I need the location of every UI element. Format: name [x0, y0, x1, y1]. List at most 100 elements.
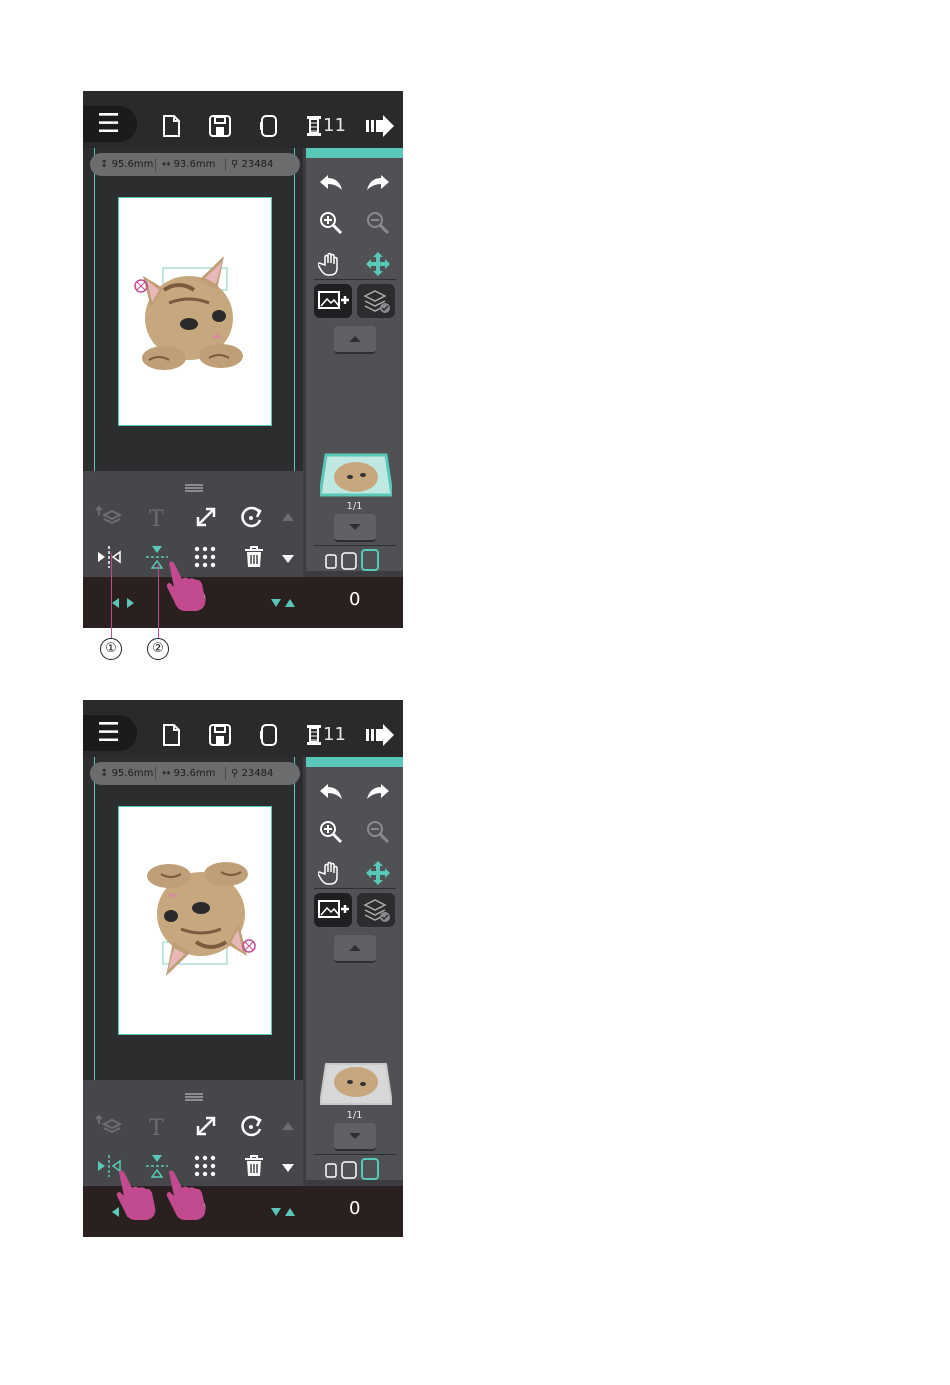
vertical-offset-value: 0	[349, 589, 361, 610]
resize-icon[interactable]	[192, 503, 220, 531]
top-toolbar: ☰ 11	[83, 91, 403, 148]
next-arrow-icon[interactable]	[365, 113, 395, 139]
kitten-design-mirrored[interactable]	[119, 807, 271, 1034]
resize-icon[interactable]	[192, 1112, 220, 1140]
scroll-down-icon	[349, 1133, 361, 1139]
pointing-hand-icon	[116, 1170, 156, 1220]
hoop-size-icon[interactable]	[324, 549, 384, 571]
embroidery-screen-1: ☰ 11 ↕ 95.6mm ↔ 93.6mm ⚲ 23484 1/1 T 0	[83, 91, 403, 628]
design-thumbnail[interactable]	[320, 453, 392, 497]
menu-button[interactable]: ☰	[83, 106, 137, 142]
new-file-icon[interactable]	[158, 113, 184, 139]
layers-check-button[interactable]	[357, 893, 395, 927]
svg-text:T: T	[149, 507, 164, 531]
arrow-down-icon[interactable]	[279, 1154, 297, 1182]
pan-hand-icon[interactable]	[318, 251, 344, 277]
scroll-up-button[interactable]	[334, 935, 376, 963]
design-workspace[interactable]: ↕ 95.6mm ↔ 93.6mm ⚲ 23484	[83, 148, 303, 471]
scroll-up-icon	[349, 336, 361, 342]
hoop-boundary-left	[94, 148, 95, 471]
svg-text:T: T	[149, 1116, 164, 1140]
mirror-horizontal-icon[interactable]	[95, 543, 123, 571]
width-label: ↔ 93.6mm	[162, 159, 216, 170]
zoom-out-icon[interactable]	[365, 210, 391, 236]
text-icon: T	[149, 507, 164, 531]
kitten-design[interactable]	[119, 198, 271, 425]
arrow-down-icon[interactable]	[279, 545, 297, 573]
scroll-down-button[interactable]	[334, 1123, 376, 1151]
hoop-size-icon[interactable]	[324, 1158, 384, 1180]
zoom-in-icon[interactable]	[318, 210, 344, 236]
redo-icon[interactable]	[365, 170, 391, 196]
scroll-up-icon	[349, 945, 361, 951]
callout-number-1: ①	[100, 638, 122, 660]
zoom-out-icon[interactable]	[365, 819, 391, 845]
page-indicator: 1/1	[346, 501, 363, 512]
layer-order-icon	[95, 1114, 123, 1134]
rotate-icon[interactable]	[238, 503, 266, 531]
design-workspace[interactable]: ↕ 95.6mm ↔ 93.6mm ⚲ 23484	[83, 757, 303, 1080]
side-panel: 1/1	[306, 148, 403, 571]
add-design-icon	[318, 291, 349, 309]
rotate-icon[interactable]	[238, 1112, 266, 1140]
position-footer: 0 0	[83, 577, 403, 628]
delete-icon[interactable]	[240, 543, 268, 571]
side-panel: 1/1	[306, 757, 403, 1180]
vertical-offset-icon	[271, 599, 295, 607]
pointing-hand-icon	[166, 561, 206, 611]
width-label: ↔ 93.6mm	[162, 768, 216, 779]
scroll-down-icon	[349, 524, 361, 530]
move-icon[interactable]	[365, 860, 391, 886]
add-design-button[interactable]	[314, 893, 352, 927]
save-icon[interactable]	[207, 113, 233, 139]
callout-line-1	[111, 553, 112, 639]
hoop-icon[interactable]	[256, 722, 282, 748]
pan-hand-icon[interactable]	[318, 860, 344, 886]
top-toolbar: ☰ 11	[83, 700, 403, 757]
new-file-icon[interactable]	[158, 722, 184, 748]
save-icon[interactable]	[207, 722, 233, 748]
redo-icon[interactable]	[365, 779, 391, 805]
next-arrow-icon[interactable]	[365, 722, 395, 748]
arrow-up-icon[interactable]	[279, 505, 297, 533]
hoop-boundary-left	[94, 757, 95, 1080]
stitch-count-label: ⚲ 23484	[231, 159, 274, 170]
height-label: ↕ 95.6mm	[100, 159, 154, 170]
menu-button[interactable]: ☰	[83, 715, 137, 751]
delete-icon[interactable]	[240, 1152, 268, 1180]
vertical-offset-icon	[271, 1208, 295, 1216]
layers-check-button[interactable]	[357, 284, 395, 318]
stitch-count-label: ⚲ 23484	[231, 768, 274, 779]
pointing-hand-icon	[166, 1170, 206, 1220]
callout-line-2	[158, 565, 159, 639]
zoom-in-icon[interactable]	[318, 819, 344, 845]
embroidery-canvas[interactable]	[118, 197, 272, 426]
hoop-boundary-right	[294, 757, 295, 1080]
vertical-offset-value: 0	[349, 1198, 361, 1219]
callout-number-2: ②	[147, 638, 169, 660]
hoop-icon[interactable]	[256, 113, 282, 139]
design-info-bar: ↕ 95.6mm ↔ 93.6mm ⚲ 23484	[90, 762, 300, 785]
thread-count: 11	[323, 115, 346, 136]
arrow-up-icon[interactable]	[279, 1114, 297, 1142]
design-thumbnail[interactable]	[320, 1062, 392, 1106]
page-indicator: 1/1	[346, 1110, 363, 1121]
panel-handle-icon[interactable]	[184, 1092, 204, 1102]
embroidery-canvas[interactable]	[118, 806, 272, 1035]
layers-check-icon	[363, 290, 390, 313]
scroll-up-button[interactable]	[334, 326, 376, 354]
undo-icon[interactable]	[318, 779, 344, 805]
add-design-icon	[318, 900, 349, 918]
scroll-down-button[interactable]	[334, 514, 376, 542]
layer-order-icon	[95, 505, 123, 525]
horizontal-offset-icon	[112, 598, 134, 608]
undo-icon[interactable]	[318, 170, 344, 196]
embroidery-screen-2: ☰ 11 ↕ 95.6mm ↔ 93.6mm ⚲ 23484 1/1 T 0	[83, 700, 403, 1237]
layers-check-icon	[363, 899, 390, 922]
thread-count: 11	[323, 724, 346, 745]
add-design-button[interactable]	[314, 284, 352, 318]
design-info-bar: ↕ 95.6mm ↔ 93.6mm ⚲ 23484	[90, 153, 300, 176]
move-icon[interactable]	[365, 251, 391, 277]
panel-handle-icon[interactable]	[184, 483, 204, 493]
height-label: ↕ 95.6mm	[100, 768, 154, 779]
